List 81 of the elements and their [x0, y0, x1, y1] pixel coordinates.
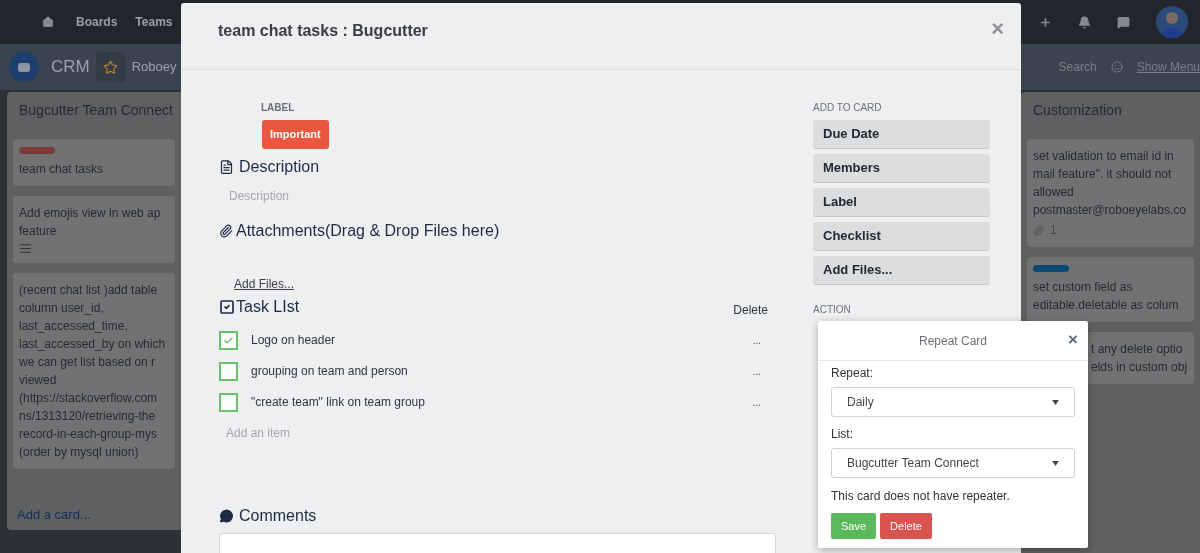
card-text: (recent chat list )add table [19, 282, 158, 299]
card-text: set validation to email id in [1033, 148, 1174, 165]
paperclip-icon [1033, 224, 1044, 236]
card-text: feature [19, 223, 57, 240]
field-label: Repeat: [831, 365, 875, 382]
checkmark-icon [223, 334, 234, 346]
card-text: editable.deletable as colum [1033, 297, 1179, 314]
task-menu-button[interactable]: ... [752, 394, 761, 410]
task-menu-button[interactable]: ... [752, 332, 761, 348]
task-text: "create team" link on team group [251, 394, 425, 411]
popup-title: Repeat Card [918, 332, 987, 350]
checkbox[interactable] [219, 330, 238, 350]
card-text: allowed [1033, 184, 1074, 201]
caret-icon [1052, 399, 1059, 405]
nav-link[interactable]: Boards [76, 13, 118, 31]
list-title: Bugcutter Team Connect [18, 101, 174, 120]
card-text: viewed [19, 372, 57, 389]
card-text: postmaster@roboeyelabs.co [1033, 202, 1186, 219]
section-label: LABEL [261, 101, 296, 115]
caret-icon [1052, 460, 1059, 466]
section-heading: Attachments(Drag & Drop Files here) [236, 220, 500, 241]
card-text: mail feature". it should not [1033, 166, 1172, 183]
chat-icon[interactable] [1117, 15, 1130, 29]
team-name: Roboey [131, 58, 177, 77]
card-text: t any delete optio [1091, 341, 1183, 358]
add-files-link[interactable]: Add Files... [234, 274, 295, 293]
card-text: team chat tasks [19, 161, 104, 178]
section-heading: Task LIst [236, 296, 300, 317]
card[interactable]: team chat tasks [13, 139, 175, 186]
card-text: we can get list based on r [19, 354, 156, 371]
card-text: record-in-each-group-mys [19, 426, 158, 443]
add-to-card-button[interactable]: Members [813, 154, 990, 182]
close-button[interactable]: × [1068, 331, 1078, 348]
card-text: Add emojis view in web ap [19, 205, 161, 222]
card-text: elds in custom obj [1091, 359, 1188, 376]
card-text: set custom field as [1033, 279, 1133, 296]
add-to-card-button[interactable]: Label [813, 188, 990, 216]
checklist-icon [219, 298, 235, 315]
task-text: Logo on header [251, 332, 336, 349]
checkbox[interactable] [219, 392, 238, 412]
card[interactable]: Add emojis view in web ap feature [13, 196, 175, 263]
delete-checklist-button[interactable]: Delete [733, 300, 768, 319]
delete-button[interactable]: Delete [880, 513, 932, 539]
nav-link[interactable]: Teams [135, 13, 173, 31]
section-heading: Comments [239, 505, 317, 526]
section-label: ADD TO CARD [813, 101, 883, 115]
smiley-icon[interactable] [1110, 61, 1123, 73]
list-select[interactable]: Bugcutter Team Connect [831, 448, 1075, 478]
bell-icon[interactable] [1078, 15, 1091, 29]
list-title: Customization [1032, 101, 1123, 120]
modal-title: team chat tasks : Bugcutter [218, 21, 428, 41]
add-to-card-button[interactable]: Due Date [813, 120, 990, 148]
home-icon[interactable] [42, 16, 54, 28]
logo-icon [9, 52, 39, 82]
paperclip-icon [219, 223, 233, 238]
speech-bubble-icon [219, 508, 234, 523]
card-text: (https://stackoverflow.com [19, 390, 158, 407]
task-menu-button[interactable]: ... [752, 363, 761, 379]
card-text: last_accessed_by on which [19, 336, 166, 353]
add-to-card-button[interactable]: Checklist [813, 222, 990, 250]
card-text: last_accessed_time, [19, 318, 128, 335]
repeat-select[interactable]: Daily [831, 387, 1075, 417]
avatar[interactable] [1156, 6, 1188, 38]
card-text: column user_id, [19, 300, 104, 317]
card-text: ns/1313120/retrieving-the [19, 408, 156, 425]
plus-icon[interactable] [1039, 15, 1052, 29]
section-label: ACTION [813, 303, 852, 317]
star-icon [103, 59, 119, 75]
task-text: grouping on team and person [251, 363, 408, 380]
card-text: (order by mysql union) [19, 444, 139, 461]
add-to-card-button[interactable]: Add Files... [813, 256, 990, 284]
star-button[interactable] [95, 52, 126, 82]
info-text: This card does not have repeater. [831, 488, 1011, 505]
checkbox[interactable] [219, 361, 238, 381]
field-label: List: [831, 426, 854, 443]
section-heading: Description [239, 156, 320, 177]
board-name: CRM [51, 56, 90, 79]
document-icon [219, 158, 234, 175]
comment-field[interactable] [219, 532, 776, 553]
card[interactable]: set custom field as editable.deletable as colum [1027, 257, 1194, 322]
label-tag[interactable]: Important [262, 120, 329, 149]
